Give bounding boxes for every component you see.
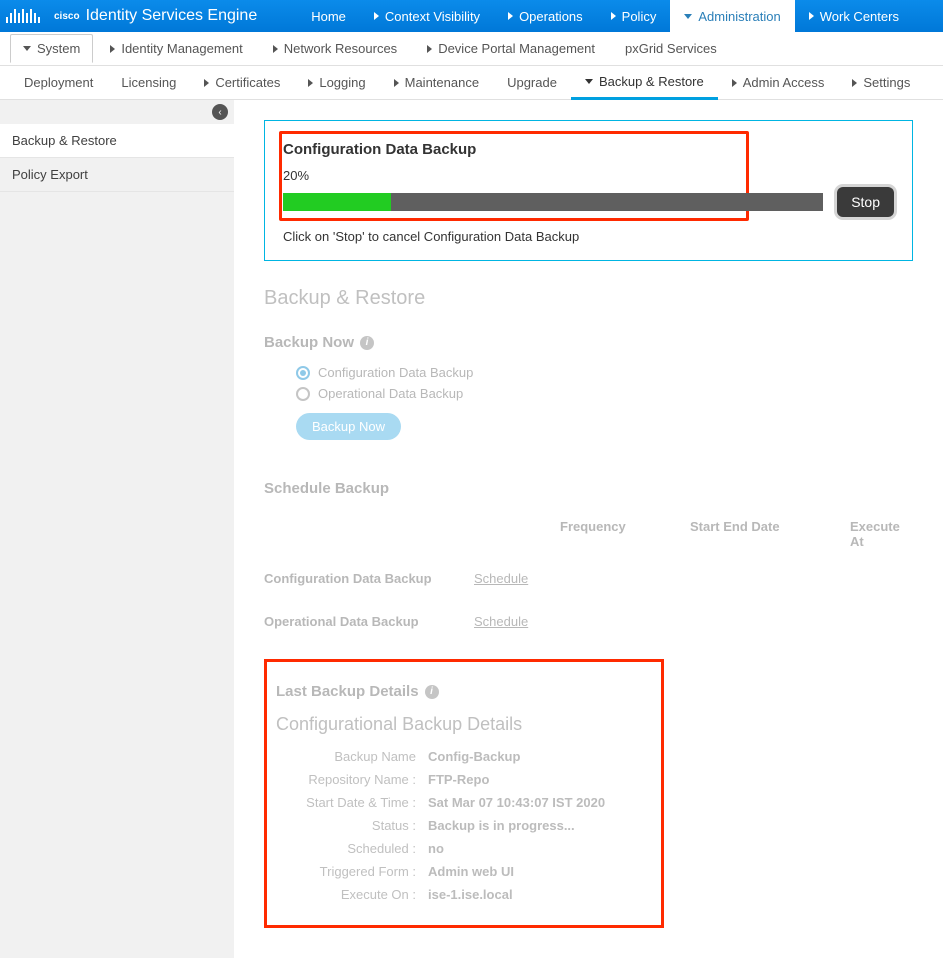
product-name: Identity Services Engine <box>86 7 258 25</box>
sidebar-collapse-icon[interactable]: ‹ <box>212 104 228 120</box>
radio-operational-backup[interactable]: Operational Data Backup <box>296 386 913 401</box>
page-title: Backup & Restore <box>264 287 913 310</box>
tab3-maintenance[interactable]: Maintenance <box>380 66 493 100</box>
radio-label: Configuration Data Backup <box>318 365 473 380</box>
arrow-right-icon <box>809 12 814 20</box>
arrow-right-icon <box>308 79 313 87</box>
progress-bar <box>283 193 823 211</box>
arrow-right-icon <box>204 79 209 87</box>
header-start-end: Start End Date <box>690 511 850 557</box>
tab-administration[interactable]: Administration <box>670 0 794 32</box>
third-nav: Deployment Licensing Certificates Loggin… <box>0 66 943 100</box>
radio-icon <box>296 366 310 380</box>
arrow-right-icon <box>508 12 513 20</box>
arrow-right-icon <box>611 12 616 20</box>
config-details-title: Configurational Backup Details <box>276 714 652 735</box>
subtab-identity-management[interactable]: Identity Management <box>97 34 255 63</box>
arrow-right-icon <box>852 79 857 87</box>
detail-start-date: Start Date & Time : Sat Mar 07 10:43:07 … <box>276 795 652 810</box>
detail-scheduled: Scheduled : no <box>276 841 652 856</box>
sidebar-item-backup-restore[interactable]: Backup & Restore <box>0 124 234 158</box>
subtab-system[interactable]: System <box>10 34 93 63</box>
detail-triggered-from: Triggered Form : Admin web UI <box>276 864 652 879</box>
schedule-backup-heading: Schedule Backup <box>264 480 913 497</box>
schedule-table: Frequency Start End Date Execute At Conf… <box>264 511 913 643</box>
radio-config-backup[interactable]: Configuration Data Backup <box>296 365 913 380</box>
progress-bar-fill <box>283 193 391 211</box>
subtab-device-portal[interactable]: Device Portal Management <box>414 34 608 63</box>
radio-icon <box>296 387 310 401</box>
arrow-right-icon <box>374 12 379 20</box>
arrow-down-icon <box>23 46 31 51</box>
header-execute-at: Execute At <box>850 511 913 557</box>
tab3-upgrade[interactable]: Upgrade <box>493 66 571 100</box>
second-nav: System Identity Management Network Resou… <box>0 32 943 66</box>
backup-progress-box: Configuration Data Backup 20% Stop Click… <box>264 120 913 261</box>
backup-now-heading: Backup Now i <box>264 334 913 351</box>
tab-policy[interactable]: Policy <box>597 0 671 32</box>
backup-now-button[interactable]: Backup Now <box>296 413 401 440</box>
detail-execute-on: Execute On : ise-1.ise.local <box>276 887 652 902</box>
content-area: Configuration Data Backup 20% Stop Click… <box>234 100 943 958</box>
sidebar-item-policy-export[interactable]: Policy Export <box>0 158 234 192</box>
backup-radio-group: Configuration Data Backup Operational Da… <box>296 365 913 401</box>
arrow-down-icon <box>585 79 593 84</box>
tab-operations[interactable]: Operations <box>494 0 597 32</box>
row-label: Configuration Data Backup <box>264 571 474 586</box>
logo-text: cisco <box>54 11 80 22</box>
main-tabs: Home Context Visibility Operations Polic… <box>297 0 913 32</box>
tab3-logging[interactable]: Logging <box>294 66 379 100</box>
info-icon[interactable]: i <box>360 336 374 350</box>
arrow-right-icon <box>394 79 399 87</box>
header-frequency: Frequency <box>560 511 690 557</box>
schedule-link-config[interactable]: Schedule <box>474 571 528 586</box>
arrow-right-icon <box>273 45 278 53</box>
tab3-admin-access[interactable]: Admin Access <box>718 66 839 100</box>
progress-percent-text: 20% <box>283 168 894 183</box>
stop-hint-text: Click on 'Stop' to cancel Configuration … <box>283 229 894 244</box>
arrow-down-icon <box>684 14 692 19</box>
stop-button[interactable]: Stop <box>837 187 894 217</box>
arrow-right-icon <box>427 45 432 53</box>
detail-repo-name: Repository Name : FTP-Repo <box>276 772 652 787</box>
schedule-header: Frequency Start End Date Execute At <box>264 511 913 557</box>
tab3-backup-restore[interactable]: Backup & Restore <box>571 66 718 100</box>
schedule-row-config: Configuration Data Backup Schedule <box>264 557 913 600</box>
schedule-row-operational: Operational Data Backup Schedule <box>264 600 913 643</box>
progress-title: Configuration Data Backup <box>283 141 894 158</box>
tab-home[interactable]: Home <box>297 0 360 32</box>
arrow-right-icon <box>732 79 737 87</box>
tab3-certificates[interactable]: Certificates <box>190 66 294 100</box>
tab3-settings[interactable]: Settings <box>838 66 924 100</box>
last-backup-details-box: Last Backup Details i Configurational Ba… <box>264 659 664 928</box>
logo <box>0 9 52 23</box>
dimmed-overlay-content: Backup & Restore Backup Now i Configurat… <box>264 287 913 928</box>
top-header: cisco Identity Services Engine Home Cont… <box>0 0 943 32</box>
last-backup-heading: Last Backup Details i <box>276 683 652 700</box>
arrow-right-icon <box>110 45 115 53</box>
tab3-licensing[interactable]: Licensing <box>107 66 190 100</box>
tab-work-centers[interactable]: Work Centers <box>795 0 913 32</box>
row-label: Operational Data Backup <box>264 614 474 629</box>
sidebar: ‹ Backup & Restore Policy Export <box>0 100 234 958</box>
radio-label: Operational Data Backup <box>318 386 463 401</box>
schedule-link-operational[interactable]: Schedule <box>474 614 528 629</box>
subtab-network-resources[interactable]: Network Resources <box>260 34 410 63</box>
info-icon[interactable]: i <box>425 685 439 699</box>
tab-context-visibility[interactable]: Context Visibility <box>360 0 494 32</box>
detail-backup-name: Backup Name Config-Backup <box>276 749 652 764</box>
tab3-deployment[interactable]: Deployment <box>10 66 107 100</box>
detail-status: Status : Backup is in progress... <box>276 818 652 833</box>
subtab-pxgrid[interactable]: pxGrid Services <box>612 34 730 63</box>
